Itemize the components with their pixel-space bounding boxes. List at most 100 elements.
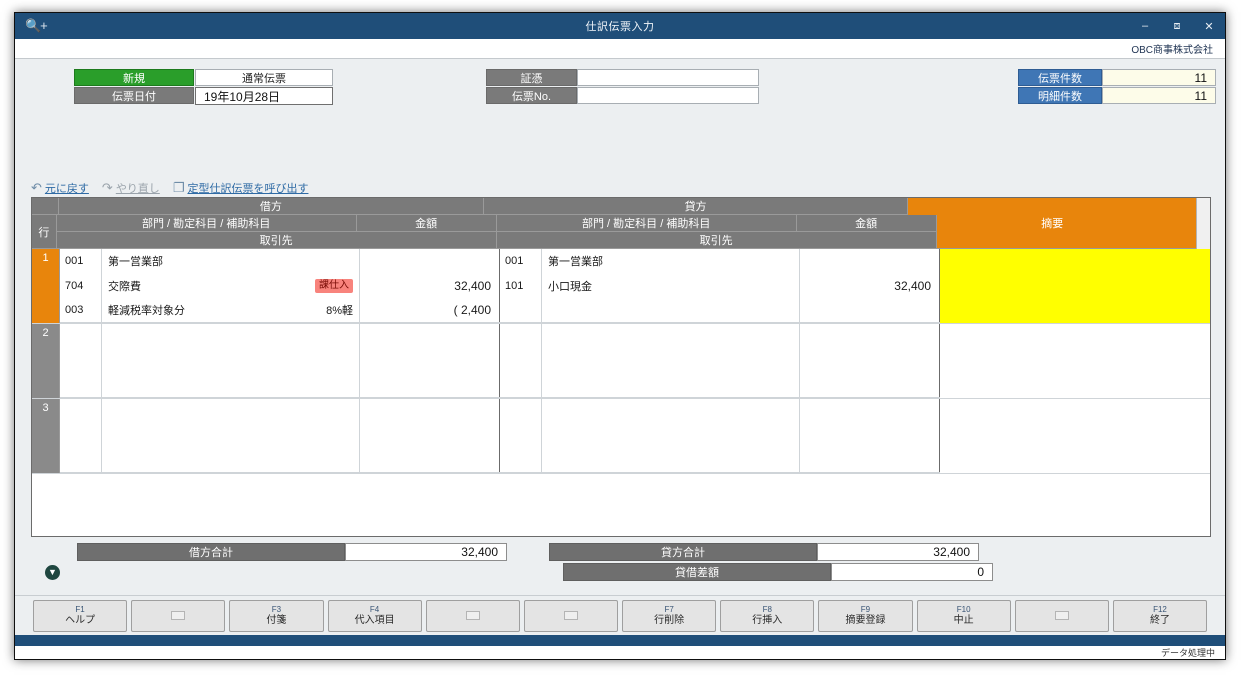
credit-amount[interactable]: [800, 324, 940, 349]
tax-category-badge[interactable]: 課仕入: [315, 278, 353, 293]
credit-line[interactable]: 101 小口現金 32,400: [500, 273, 940, 299]
table-row[interactable]: 2: [32, 324, 1210, 399]
minimize-icon[interactable]: –: [1137, 20, 1153, 33]
credit-code[interactable]: 001: [500, 249, 542, 274]
debit-account-name[interactable]: [102, 423, 360, 449]
credit-amount[interactable]: [800, 399, 940, 424]
debit-amount[interactable]: [360, 373, 500, 397]
credit-code[interactable]: [500, 348, 542, 374]
credit-cell-group[interactable]: [500, 324, 940, 398]
debit-account-name[interactable]: [102, 399, 360, 424]
credit-amount[interactable]: 32,400: [800, 273, 940, 299]
debit-account-name[interactable]: [102, 448, 360, 472]
credit-amount[interactable]: [800, 373, 940, 397]
credit-account-name[interactable]: [542, 373, 800, 397]
credit-amount[interactable]: [800, 298, 940, 322]
credit-code[interactable]: [500, 423, 542, 449]
description-cell[interactable]: [940, 324, 1210, 398]
credit-code[interactable]: [500, 399, 542, 424]
description-cell[interactable]: [940, 399, 1210, 473]
debit-code[interactable]: 003: [60, 298, 102, 322]
credit-code[interactable]: [500, 324, 542, 349]
credit-amount[interactable]: [800, 249, 940, 274]
credit-account-name[interactable]: [542, 399, 800, 424]
credit-code[interactable]: 101: [500, 273, 542, 299]
debit-amount[interactable]: [360, 249, 500, 274]
credit-line[interactable]: [500, 423, 940, 449]
debit-account-name[interactable]: [102, 324, 360, 349]
debit-code[interactable]: 001: [60, 249, 102, 274]
credit-account-name[interactable]: [542, 348, 800, 374]
debit-amount[interactable]: [360, 399, 500, 424]
debit-account-name[interactable]: 軽減税率対象分 8%軽: [102, 298, 360, 322]
credit-amount[interactable]: [800, 348, 940, 374]
debit-amount[interactable]: ( 2,400: [360, 298, 500, 322]
debit-amount[interactable]: 32,400: [360, 273, 500, 299]
debit-code[interactable]: 704: [60, 273, 102, 299]
debit-account-name[interactable]: [102, 348, 360, 374]
debit-cell-group[interactable]: [60, 324, 500, 398]
credit-account-name[interactable]: [542, 448, 800, 472]
debit-line[interactable]: [60, 448, 500, 473]
credit-line[interactable]: [500, 348, 940, 374]
credit-cell-group[interactable]: [500, 399, 940, 473]
debit-line[interactable]: [60, 348, 500, 374]
debit-code[interactable]: [60, 448, 102, 472]
debit-account-name[interactable]: 第一営業部: [102, 249, 360, 274]
debit-amount[interactable]: [360, 423, 500, 449]
function-key-f7[interactable]: F7 行削除: [622, 599, 717, 632]
shohyo-input[interactable]: [577, 69, 759, 86]
debit-code[interactable]: [60, 399, 102, 424]
function-key-f8[interactable]: F8 行挿入: [720, 599, 815, 632]
debit-line[interactable]: [60, 324, 500, 349]
debit-line[interactable]: 003 軽減税率対象分 8%軽 ( 2,400: [60, 298, 500, 323]
undo-button[interactable]: ↶ 元に戻す: [31, 180, 89, 196]
debit-account-name[interactable]: 交際費 課仕入: [102, 273, 360, 299]
table-row[interactable]: 3: [32, 399, 1210, 474]
credit-code[interactable]: [500, 373, 542, 397]
credit-amount[interactable]: [800, 448, 940, 472]
debit-amount[interactable]: [360, 324, 500, 349]
debit-code[interactable]: [60, 324, 102, 349]
voucher-no-input[interactable]: [577, 87, 759, 104]
credit-account-name[interactable]: 小口現金: [542, 273, 800, 299]
credit-code[interactable]: [500, 448, 542, 472]
debit-line[interactable]: [60, 423, 500, 449]
search-plus-icon[interactable]: 🔍+: [25, 18, 48, 34]
function-key-f1[interactable]: F1 ヘルプ: [33, 599, 128, 632]
function-key-f9[interactable]: F9 摘要登録: [818, 599, 913, 632]
table-row[interactable]: 1 001 第一営業部 704 交際費 課仕入 32,400 003 軽減税率対象分 8%軽( 2…: [32, 249, 1210, 324]
credit-amount[interactable]: [800, 423, 940, 449]
debit-code[interactable]: [60, 373, 102, 397]
description-cell[interactable]: 🗩: [940, 249, 1210, 323]
credit-account-name[interactable]: [542, 423, 800, 449]
debit-line[interactable]: [60, 399, 500, 424]
credit-account-name[interactable]: [542, 324, 800, 349]
credit-account-name[interactable]: 第一営業部: [542, 249, 800, 274]
credit-account-name[interactable]: [542, 298, 800, 322]
debit-amount[interactable]: [360, 348, 500, 374]
function-key-f4[interactable]: F4 代入項目: [327, 599, 422, 632]
credit-code[interactable]: [500, 298, 542, 322]
credit-line[interactable]: [500, 298, 940, 323]
credit-cell-group[interactable]: 001 第一営業部 101 小口現金 32,400: [500, 249, 940, 323]
credit-line[interactable]: [500, 399, 940, 424]
credit-line[interactable]: [500, 324, 940, 349]
call-template-button[interactable]: ❐ 定型仕訳伝票を呼び出す: [173, 180, 309, 196]
credit-line[interactable]: [500, 373, 940, 398]
function-key-f10[interactable]: F10 中止: [916, 599, 1011, 632]
credit-line[interactable]: [500, 448, 940, 473]
voucher-type-field[interactable]: 通常伝票: [195, 69, 333, 86]
debit-line[interactable]: 704 交際費 課仕入 32,400: [60, 273, 500, 299]
debit-line[interactable]: [60, 373, 500, 398]
close-icon[interactable]: ✕: [1201, 20, 1217, 33]
debit-cell-group[interactable]: 001 第一営業部 704 交際費 課仕入 32,400 003 軽減税率対象分 8%軽 ( 2,…: [60, 249, 500, 323]
expand-toggle-icon[interactable]: ▼: [45, 564, 60, 580]
redo-button[interactable]: ↷ やり直し: [102, 180, 160, 196]
debit-line[interactable]: 001 第一営業部: [60, 249, 500, 274]
debit-amount[interactable]: [360, 448, 500, 472]
debit-code[interactable]: [60, 423, 102, 449]
credit-line[interactable]: 001 第一営業部: [500, 249, 940, 274]
debit-account-name[interactable]: [102, 373, 360, 397]
maximize-icon[interactable]: ⧈: [1169, 20, 1185, 33]
